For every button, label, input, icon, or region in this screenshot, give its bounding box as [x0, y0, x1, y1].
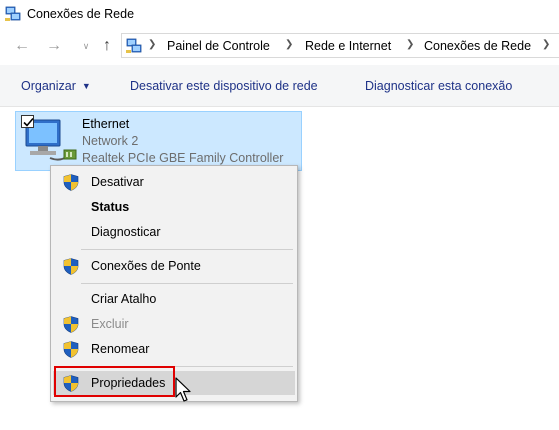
navigation-bar: ← → ∨ ↑ ❯ Painel de Controle ❯ Rede e In…	[0, 30, 559, 62]
network-name: Network 2	[82, 134, 139, 148]
menu-item-label: Conexões de Ponte	[91, 259, 201, 273]
network-connections-icon	[5, 6, 21, 21]
breadcrumb-conexoes[interactable]: Conexões de Rede	[424, 39, 531, 53]
menu-item-label: Criar Atalho	[91, 292, 157, 306]
menu-item-excluir: Excluir	[53, 312, 295, 336]
forward-arrow-icon[interactable]: →	[44, 36, 64, 56]
menu-item-label: Status	[91, 200, 130, 214]
menu-item-label: Diagnosticar	[91, 225, 161, 239]
organize-label: Organizar	[21, 79, 76, 93]
disable-device-button[interactable]: Desativar este dispositivo de rede	[130, 79, 318, 93]
chevron-down-icon: ▼	[81, 81, 91, 91]
up-arrow-icon[interactable]: ↑	[97, 36, 117, 56]
menu-item-label: Desativar	[91, 175, 144, 189]
selection-checkbox[interactable]	[21, 115, 34, 128]
organize-button[interactable]: Organizar ▼	[21, 79, 91, 93]
breadcrumb-painel[interactable]: Painel de Controle	[167, 39, 270, 53]
menu-separator	[81, 249, 293, 250]
menu-item-status[interactable]: Status	[53, 195, 295, 219]
menu-item-criar-atalho[interactable]: Criar Atalho	[53, 287, 295, 311]
mouse-cursor-icon	[175, 377, 191, 402]
address-bar[interactable]: ❯ Painel de Controle ❯ Rede e Internet ❯…	[121, 33, 559, 58]
uac-shield-icon	[63, 258, 79, 275]
menu-item-conexoes-de-ponte[interactable]: Conexões de Ponte	[53, 254, 295, 278]
menu-item-renomear[interactable]: Renomear	[53, 337, 295, 361]
checkmark-icon	[23, 117, 34, 127]
uac-shield-icon	[63, 341, 79, 358]
chevron-right-icon[interactable]: ❯	[285, 39, 293, 50]
uac-shield-icon	[63, 174, 79, 191]
network-connections-icon	[126, 38, 142, 53]
adapter-name: Realtek PCIe GBE Family Controller	[82, 151, 284, 165]
breadcrumb-rede-internet[interactable]: Rede e Internet	[305, 39, 391, 53]
menu-item-desativar[interactable]: Desativar	[53, 170, 295, 194]
menu-item-label: Renomear	[91, 342, 150, 356]
back-arrow-icon[interactable]: ←	[12, 36, 32, 56]
chevron-down-icon[interactable]: ∨	[76, 36, 96, 56]
window-title: Conexões de Rede	[27, 7, 135, 21]
menu-item-diagnosticar[interactable]: Diagnosticar	[53, 220, 295, 244]
network-item-ethernet[interactable]: Ethernet Network 2 Realtek PCIe GBE Fami…	[15, 111, 302, 171]
chevron-right-icon[interactable]: ❯	[542, 39, 550, 50]
menu-item-label: Excluir	[91, 317, 129, 331]
diagnose-connection-button[interactable]: Diagnosticar esta conexão	[365, 79, 512, 93]
chevron-right-icon[interactable]: ❯	[406, 39, 414, 50]
connection-name: Ethernet	[82, 117, 130, 131]
uac-shield-icon	[63, 316, 79, 333]
highlight-box	[54, 366, 175, 397]
title-bar: Conexões de Rede	[0, 0, 559, 30]
chevron-right-icon: ❯	[148, 39, 157, 50]
command-bar: Organizar ▼ Desativar este dispositivo de…	[0, 65, 559, 107]
menu-separator	[81, 283, 293, 284]
